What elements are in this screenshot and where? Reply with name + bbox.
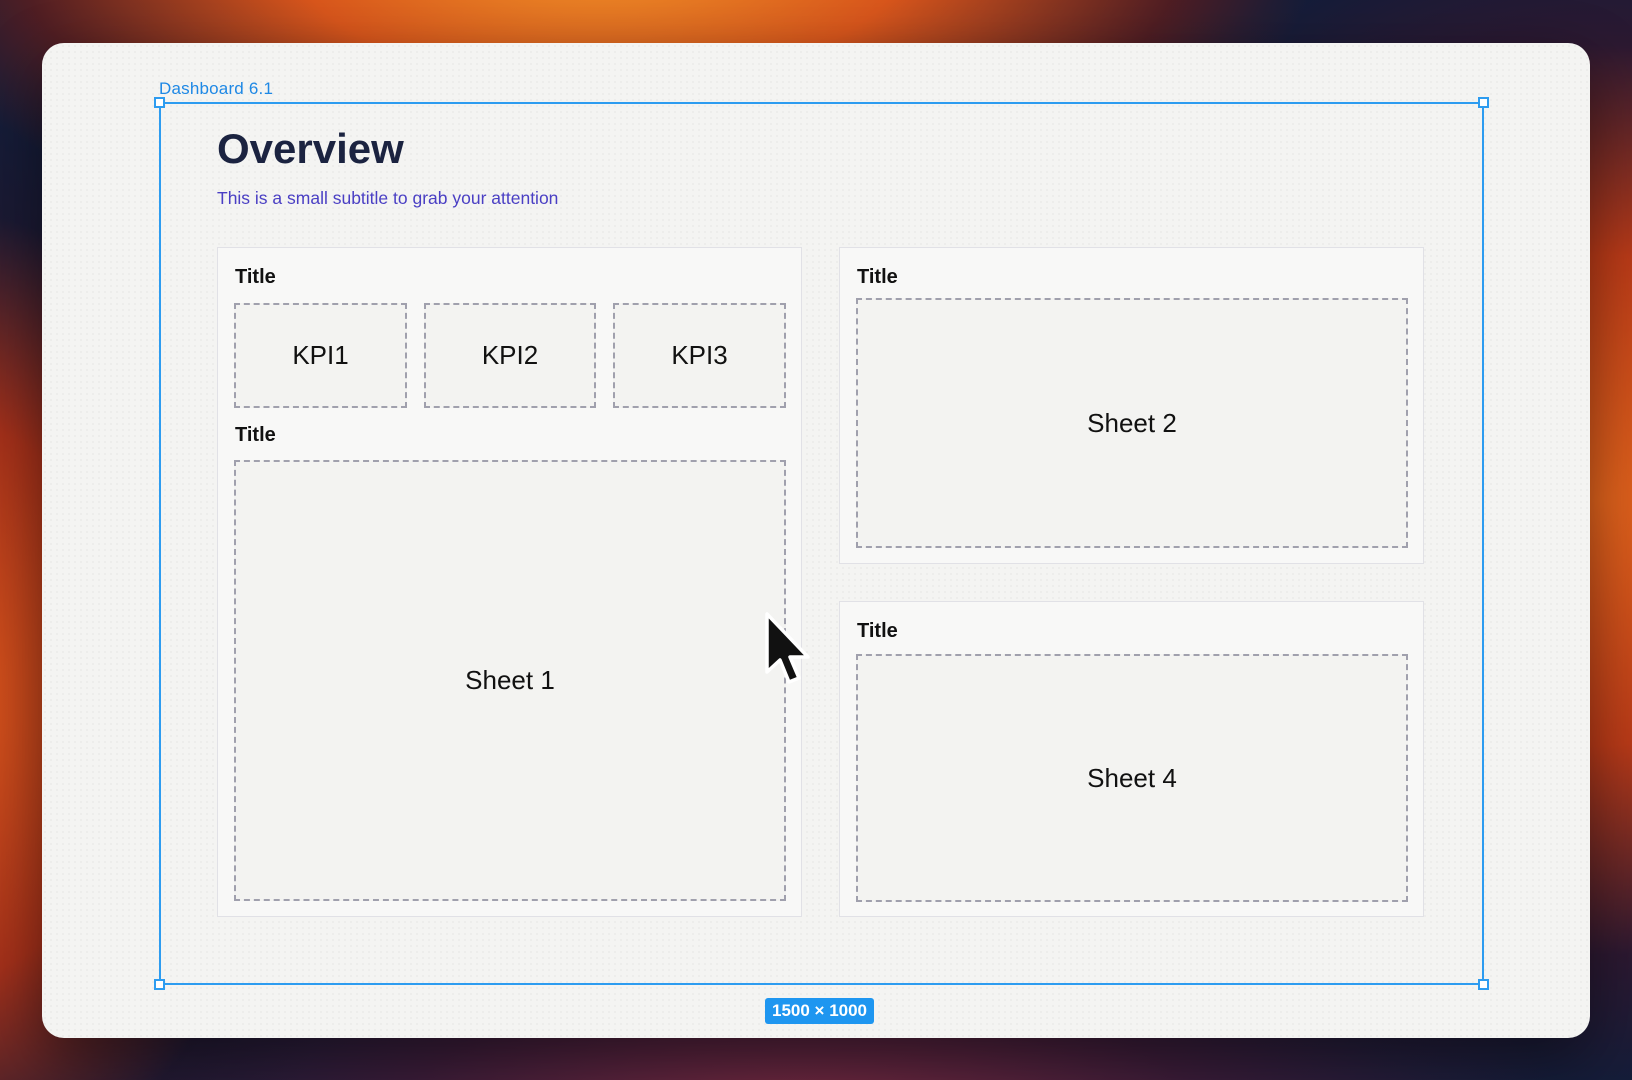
sheet-4-placeholder[interactable]: Sheet 4 bbox=[856, 654, 1408, 902]
page-title[interactable]: Overview bbox=[217, 125, 404, 173]
kpi-section-title[interactable]: Title bbox=[235, 266, 276, 289]
right-bottom-card[interactable]: Title Sheet 4 bbox=[839, 601, 1424, 917]
sheet-2-title[interactable]: Title bbox=[857, 266, 898, 289]
kpi-placeholder-2[interactable]: KPI2 bbox=[424, 303, 596, 408]
kpi-placeholder-3[interactable]: KPI3 bbox=[613, 303, 786, 408]
left-card[interactable]: Title KPI1 KPI2 KPI3 Title Sheet 1 bbox=[217, 247, 802, 917]
sheet-4-title[interactable]: Title bbox=[857, 620, 898, 643]
sheet-2-placeholder[interactable]: Sheet 2 bbox=[856, 298, 1408, 548]
page-subtitle[interactable]: This is a small subtitle to grab your at… bbox=[217, 188, 558, 209]
kpi-placeholder-1[interactable]: KPI1 bbox=[234, 303, 407, 408]
resize-handle-top-right[interactable] bbox=[1478, 97, 1489, 108]
resize-handle-bottom-left[interactable] bbox=[154, 979, 165, 990]
mouse-pointer-icon bbox=[765, 612, 810, 684]
resize-handle-top-left[interactable] bbox=[154, 97, 165, 108]
right-top-card[interactable]: Title Sheet 2 bbox=[839, 247, 1424, 564]
desktop-background: Dashboard 6.1 Overview This is a small s… bbox=[0, 0, 1632, 1080]
frame-label[interactable]: Dashboard 6.1 bbox=[159, 79, 273, 99]
frame-size-badge: 1500 × 1000 bbox=[765, 998, 875, 1024]
sheet-1-placeholder[interactable]: Sheet 1 bbox=[234, 460, 786, 901]
resize-handle-bottom-right[interactable] bbox=[1478, 979, 1489, 990]
canvas-window: Dashboard 6.1 Overview This is a small s… bbox=[42, 43, 1590, 1038]
sheet-1-title[interactable]: Title bbox=[235, 424, 276, 447]
